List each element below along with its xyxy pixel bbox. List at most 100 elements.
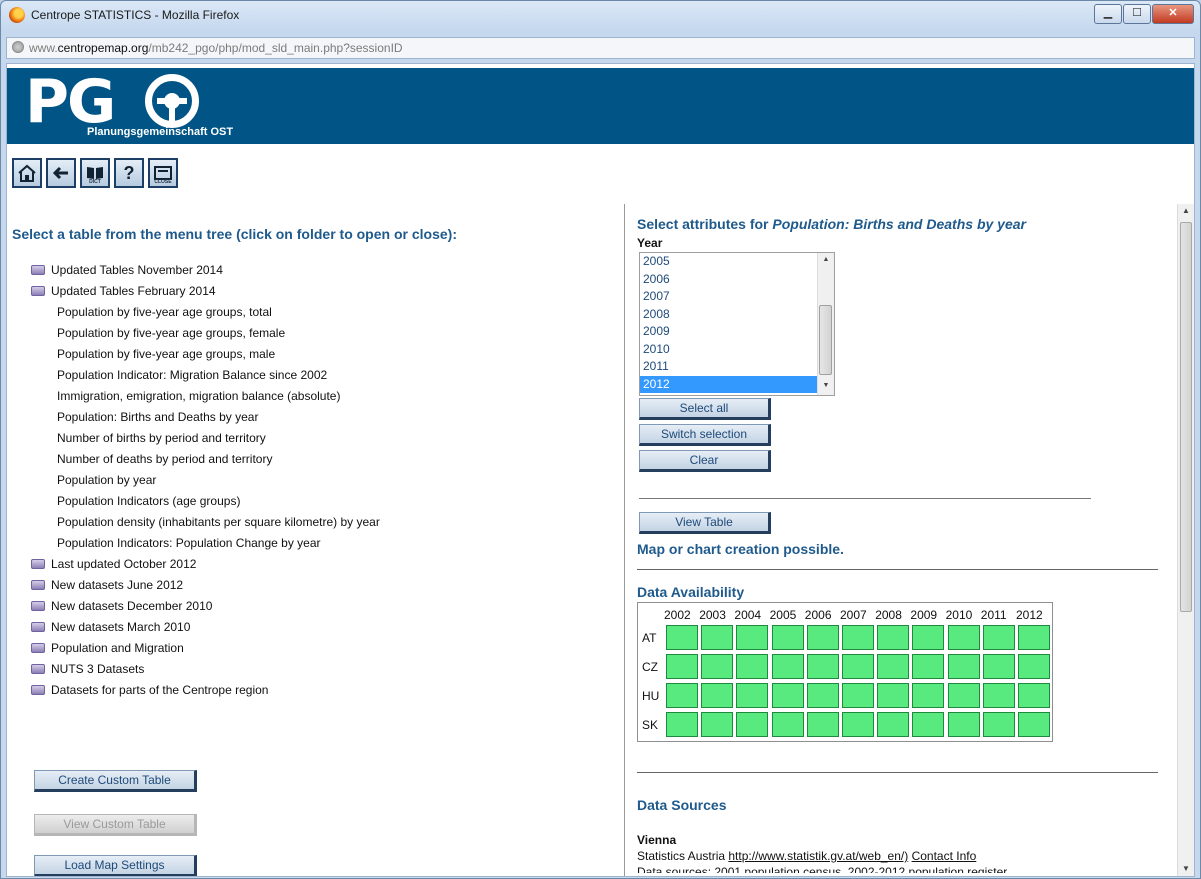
- year-option[interactable]: 2006: [640, 271, 817, 289]
- home-button[interactable]: [12, 158, 42, 188]
- availability-cell: [912, 625, 945, 650]
- tree-folder[interactable]: New datasets December 2010: [31, 596, 380, 617]
- map-chart-note: Map or chart creation possible.: [637, 541, 844, 557]
- year-option[interactable]: 2011: [640, 358, 817, 376]
- folder-icon[interactable]: [31, 559, 45, 569]
- tree-table-item[interactable]: Population Indicators (age groups): [31, 491, 380, 512]
- close-label: CLOSE: [154, 179, 172, 185]
- title-bar[interactable]: Centrope STATISTICS - Mozilla Firefox ▁ …: [1, 1, 1200, 31]
- folder-icon[interactable]: [31, 622, 45, 632]
- year-option[interactable]: 2008: [640, 306, 817, 324]
- availability-country-label: CZ: [642, 660, 658, 674]
- minimize-button[interactable]: ▁: [1094, 4, 1122, 24]
- url-bar[interactable]: www.centropemap.org/mb242_pgo/php/mod_sl…: [6, 37, 1195, 59]
- tree-folder[interactable]: New datasets June 2012: [31, 575, 380, 596]
- year-listbox[interactable]: 2005 2006 2007 2008 2009 2010 2011 2012 ▲ ▼: [639, 252, 835, 396]
- switch-selection-button[interactable]: Switch selection: [639, 424, 771, 446]
- scroll-up-icon[interactable]: ▲: [818, 256, 834, 263]
- window-title: Centrope STATISTICS - Mozilla Firefox: [31, 8, 240, 22]
- availability-cell: [982, 683, 1015, 708]
- year-option[interactable]: 2005: [640, 253, 817, 271]
- tree-table-item[interactable]: Population Indicator: Migration Balance …: [31, 365, 380, 386]
- data-availability-title: Data Availability: [637, 584, 745, 600]
- firefox-icon: [9, 7, 25, 23]
- view-table-button[interactable]: View Table: [639, 512, 771, 534]
- help-button[interactable]: ?: [114, 158, 144, 188]
- tree-table-item[interactable]: Population: Births and Deaths by year: [31, 407, 380, 428]
- tree-folder[interactable]: Population and Migration: [31, 638, 380, 659]
- tree-folder[interactable]: New datasets March 2010: [31, 617, 380, 638]
- year-option[interactable]: 2007: [640, 288, 817, 306]
- organization-name: Planungsgemeinschaft OST: [87, 126, 234, 138]
- tree-table-item[interactable]: Population density (inhabitants per squa…: [31, 512, 380, 533]
- create-custom-table-button[interactable]: Create Custom Table: [34, 770, 197, 792]
- tree-table-item[interactable]: Number of deaths by period and territory: [31, 449, 380, 470]
- year-option[interactable]: 2009: [640, 323, 817, 341]
- back-button[interactable]: [46, 158, 76, 188]
- availability-cell: [1018, 654, 1050, 679]
- folder-icon[interactable]: [31, 580, 45, 590]
- question-mark-icon: ?: [123, 162, 135, 183]
- folder-icon[interactable]: [31, 601, 45, 611]
- tree-table-item[interactable]: Population by five-year age groups, fema…: [31, 323, 380, 344]
- year-list-scroll-thumb[interactable]: [819, 305, 832, 375]
- tree-table-item[interactable]: Number of births by period and territory: [31, 428, 380, 449]
- tree-table-item[interactable]: Population by five-year age groups, tota…: [31, 302, 380, 323]
- availability-cell: [806, 712, 839, 737]
- page-scroll-thumb[interactable]: [1180, 222, 1192, 612]
- tree-folder[interactable]: Updated Tables February 2014: [31, 281, 380, 302]
- tree-item-label: New datasets June 2012: [51, 578, 184, 592]
- clear-button[interactable]: Clear: [639, 450, 771, 472]
- tree-folder[interactable]: Updated Tables November 2014: [31, 260, 380, 281]
- url-text: www.centropemap.org/mb242_pgo/php/mod_sl…: [29, 41, 403, 55]
- dictionary-button[interactable]: DICT: [80, 158, 110, 188]
- tree-table-item[interactable]: Population by year: [31, 470, 380, 491]
- tree-table-item[interactable]: Population by five-year age groups, male: [31, 344, 380, 365]
- folder-icon[interactable]: [31, 685, 45, 695]
- menu-tree-pane: Select a table from the menu tree (click…: [7, 204, 623, 876]
- scroll-down-icon[interactable]: ▼: [1178, 862, 1194, 876]
- tree-table-item[interactable]: Immigration, emigration, migration balan…: [31, 386, 380, 407]
- tree-folder[interactable]: Last updated October 2012: [31, 554, 380, 575]
- page-scrollbar[interactable]: ▲ ▼: [1177, 204, 1194, 876]
- year-list-scrollbar[interactable]: ▲ ▼: [817, 253, 834, 395]
- folder-icon[interactable]: [31, 265, 45, 275]
- availability-cell: [806, 625, 839, 650]
- tree-folder[interactable]: NUTS 3 Datasets: [31, 659, 380, 680]
- tree-item-label: Population Indicators (age groups): [57, 494, 241, 508]
- scroll-down-icon[interactable]: ▼: [818, 382, 834, 389]
- select-all-button[interactable]: Select all: [639, 398, 771, 420]
- folder-icon[interactable]: [31, 643, 45, 653]
- close-app-button[interactable]: CLOSE: [148, 158, 178, 188]
- tree-item-label: Datasets for parts of the Centrope regio…: [51, 683, 269, 697]
- arrow-left-icon: [52, 166, 68, 180]
- tree-item-label: Immigration, emigration, migration balan…: [57, 389, 341, 403]
- availability-country-label: AT: [642, 631, 657, 645]
- tree-folder[interactable]: Datasets for parts of the Centrope regio…: [31, 680, 380, 701]
- folder-icon[interactable]: [31, 664, 45, 674]
- year-option[interactable]: 2010: [640, 341, 817, 359]
- dict-label: DICT: [89, 179, 101, 185]
- tree-table-item[interactable]: Population Indicators: Population Change…: [31, 533, 380, 554]
- scroll-up-icon[interactable]: ▲: [1178, 204, 1194, 218]
- tree-item-label: Last updated October 2012: [51, 557, 197, 571]
- maximize-button[interactable]: ☐: [1123, 4, 1151, 24]
- tree-item-label: Population density (inhabitants per squa…: [57, 515, 380, 529]
- close-window-button[interactable]: ✕: [1152, 4, 1194, 24]
- availability-year-header: 2008: [875, 608, 902, 622]
- availability-cell: [912, 683, 945, 708]
- globe-icon: [12, 41, 24, 53]
- source-link[interactable]: http://www.statistik.gv.at/web_en/): [728, 849, 908, 863]
- home-icon: [18, 164, 36, 182]
- contact-info-link[interactable]: Contact Info: [912, 849, 977, 863]
- availability-year-header: 2010: [945, 608, 973, 622]
- availability-year-header: 2005: [769, 608, 797, 622]
- exit-icon: [154, 166, 172, 180]
- load-map-settings-button[interactable]: Load Map Settings: [34, 855, 197, 876]
- folder-icon[interactable]: [31, 286, 45, 296]
- availability-year-header: 2003: [699, 608, 726, 622]
- tree-item-label: Population by year: [57, 473, 157, 487]
- availability-cell: [1018, 712, 1050, 737]
- year-option[interactable]: 2012: [640, 375, 817, 393]
- data-availability-grid: 2002 2003 2004 2005 2006 2007 2008 2009 2010 2011…: [637, 602, 1053, 742]
